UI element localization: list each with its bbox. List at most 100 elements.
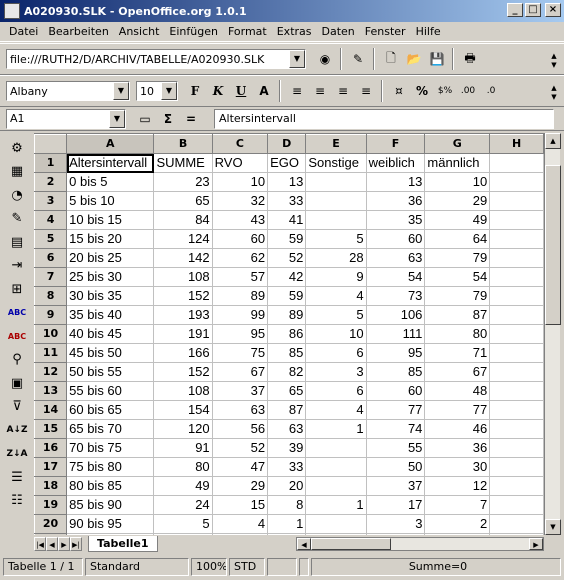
cell[interactable]: [305, 191, 367, 211]
cell[interactable]: 13: [365, 172, 426, 192]
close-button[interactable]: ×: [545, 3, 561, 17]
row-header[interactable]: 3: [34, 191, 68, 211]
menu-extras[interactable]: Extras: [272, 25, 317, 38]
cell[interactable]: 15: [211, 495, 269, 515]
minimize-button[interactable]: _: [507, 3, 523, 17]
cell[interactable]: 80 bis 85: [66, 476, 155, 496]
cell[interactable]: 60: [365, 381, 426, 401]
align-right-icon[interactable]: ≡: [332, 80, 354, 102]
cell[interactable]: 63: [267, 419, 307, 439]
cell[interactable]: [489, 381, 544, 401]
menu-bearbeiten[interactable]: Bearbeiten: [43, 25, 113, 38]
menu-daten[interactable]: Daten: [317, 25, 360, 38]
cell[interactable]: 10: [211, 172, 269, 192]
cell[interactable]: 50: [365, 457, 426, 477]
cell[interactable]: 3: [305, 362, 367, 382]
insert-rows-icon[interactable]: ☰: [6, 466, 28, 488]
cell[interactable]: 86: [267, 324, 307, 344]
align-left-icon[interactable]: ≡: [286, 80, 308, 102]
cell[interactable]: männlich: [424, 153, 491, 173]
cell[interactable]: [489, 286, 544, 306]
cell[interactable]: [305, 476, 367, 496]
cell[interactable]: 70 bis 75: [66, 438, 155, 458]
cell[interactable]: 49: [153, 476, 213, 496]
menu-hilfe[interactable]: Hilfe: [411, 25, 446, 38]
font-size-field[interactable]: 10: [140, 85, 154, 98]
autofilter-icon[interactable]: ⊽: [6, 396, 28, 418]
column-header-c[interactable]: C: [211, 134, 269, 154]
cell[interactable]: 49: [424, 210, 491, 230]
cell[interactable]: [305, 514, 367, 534]
cell[interactable]: [489, 267, 544, 287]
chevron-down-icon[interactable]: ▼: [289, 50, 305, 68]
cell[interactable]: 10: [424, 172, 491, 192]
cell[interactable]: 0 bis 5: [66, 172, 155, 192]
cell[interactable]: 36: [365, 191, 426, 211]
cell[interactable]: 29: [211, 476, 269, 496]
cell[interactable]: 90 bis 95: [66, 514, 155, 534]
cell[interactable]: 71: [424, 343, 491, 363]
cell[interactable]: [489, 153, 544, 173]
insert-icon[interactable]: ▦: [6, 161, 28, 183]
font-color-icon[interactable]: A: [253, 80, 275, 102]
stop-loading-icon[interactable]: ◉: [314, 48, 336, 70]
cell[interactable]: 87: [267, 400, 307, 420]
cell[interactable]: 77: [424, 400, 491, 420]
cell[interactable]: 55: [365, 438, 426, 458]
cell[interactable]: 89: [211, 286, 269, 306]
insert-object-icon[interactable]: ◔: [6, 184, 28, 206]
scroll-up-arrow[interactable]: ▲: [545, 133, 561, 149]
cell[interactable]: 24: [153, 495, 213, 515]
cell[interactable]: 20 bis 25: [66, 248, 155, 268]
cell[interactable]: 6: [305, 381, 367, 401]
cell[interactable]: EGO: [267, 153, 307, 173]
row-header[interactable]: 17: [34, 457, 68, 477]
cell[interactable]: 1: [305, 419, 367, 439]
cell[interactable]: [489, 476, 544, 496]
first-sheet-icon[interactable]: |◀: [34, 537, 46, 551]
cell[interactable]: 166: [153, 343, 213, 363]
cell[interactable]: 57: [211, 267, 269, 287]
cell[interactable]: 4: [305, 400, 367, 420]
row-header[interactable]: 20: [34, 514, 68, 534]
cell[interactable]: 60 bis 65: [66, 400, 155, 420]
cell[interactable]: 73: [365, 286, 426, 306]
sort-ascending-icon[interactable]: A↓Z: [6, 419, 28, 441]
cell[interactable]: 79: [424, 286, 491, 306]
row-header[interactable]: 16: [34, 438, 68, 458]
formula-input[interactable]: Altersintervall: [214, 109, 554, 129]
cell[interactable]: 59: [267, 286, 307, 306]
cell[interactable]: 62: [211, 248, 269, 268]
scroll-down-arrow[interactable]: ▼: [545, 519, 561, 535]
align-center-icon[interactable]: ≡: [309, 80, 331, 102]
cell[interactable]: 54: [365, 267, 426, 287]
scroll-thumb[interactable]: [311, 538, 391, 550]
column-header-b[interactable]: B: [153, 134, 213, 154]
form-icon[interactable]: ▤: [6, 231, 28, 253]
cell[interactable]: 30 bis 35: [66, 286, 155, 306]
sum-button[interactable]: Σ: [157, 108, 179, 130]
cell[interactable]: 32: [211, 191, 269, 211]
row-header[interactable]: 12: [34, 362, 68, 382]
url-combo[interactable]: file:///RUTH2/D/ARCHIV/TABELLE/A020930.S…: [6, 49, 306, 69]
toolbar-scroll-arrows[interactable]: ▲ ▼: [548, 84, 560, 102]
cell[interactable]: 87: [424, 305, 491, 325]
row-header[interactable]: 1: [34, 153, 68, 173]
vertical-scrollbar[interactable]: ▲ ▼: [544, 133, 561, 535]
cell[interactable]: [489, 305, 544, 325]
cell[interactable]: 43: [211, 210, 269, 230]
scroll-left-arrow[interactable]: ◀: [297, 538, 311, 550]
cell[interactable]: 99: [211, 305, 269, 325]
row-header[interactable]: 10: [34, 324, 68, 344]
autospellcheck-icon[interactable]: ABC: [6, 325, 28, 347]
menu-einfügen[interactable]: Einfügen: [164, 25, 223, 38]
cell[interactable]: 64: [424, 229, 491, 249]
row-header[interactable]: 7: [34, 267, 68, 287]
cell[interactable]: [489, 172, 544, 192]
cell[interactable]: 50 bis 55: [66, 362, 155, 382]
scroll-thumb[interactable]: [545, 165, 561, 325]
cell[interactable]: 152: [153, 362, 213, 382]
cell[interactable]: [305, 438, 367, 458]
cell[interactable]: 29: [424, 191, 491, 211]
cell[interactable]: 42: [267, 267, 307, 287]
